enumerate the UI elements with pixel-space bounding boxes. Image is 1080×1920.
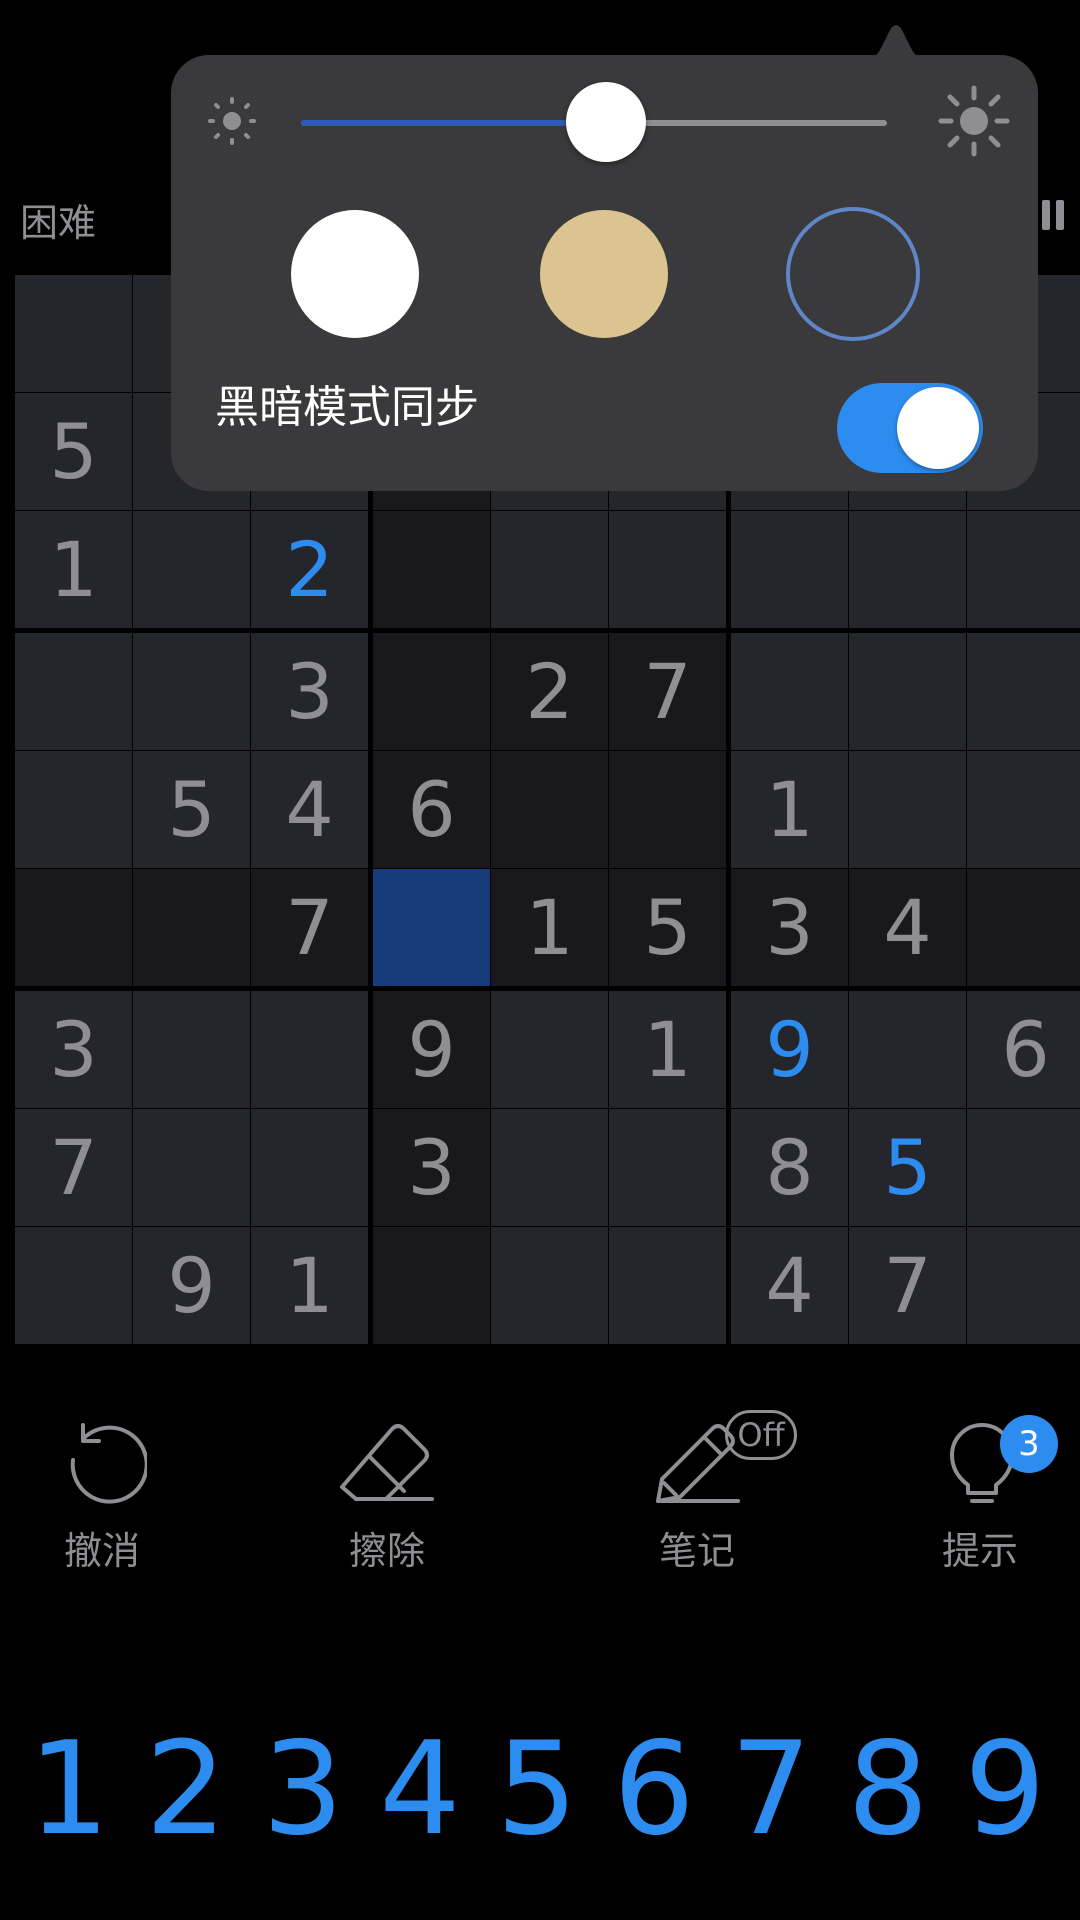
undo-label: 撤消 [63, 1529, 140, 1573]
numpad-key[interactable]: 8 [833, 1720, 943, 1860]
theme-white-option[interactable] [291, 210, 419, 338]
numpad-key[interactable]: 6 [599, 1720, 709, 1860]
sudoku-cell[interactable]: 5 [15, 393, 132, 510]
undo-icon [70, 1423, 147, 1504]
numpad-key[interactable]: 5 [482, 1720, 592, 1860]
numpad-key[interactable]: 2 [131, 1720, 241, 1860]
sudoku-cell[interactable] [491, 511, 608, 628]
sudoku-cell[interactable] [251, 991, 368, 1108]
numpad-key[interactable]: 3 [248, 1720, 358, 1860]
sudoku-cell[interactable] [15, 869, 132, 986]
sudoku-cell[interactable] [967, 1227, 1080, 1344]
sudoku-cell[interactable]: 7 [251, 869, 368, 986]
sudoku-cell[interactable] [609, 511, 726, 628]
eraser-icon [340, 1424, 434, 1501]
brightness-slider-fill [301, 120, 606, 126]
sudoku-cell[interactable] [849, 991, 966, 1108]
sudoku-cell[interactable]: 6 [967, 991, 1080, 1108]
sudoku-cell[interactable]: 4 [251, 751, 368, 868]
sudoku-cell[interactable]: 2 [491, 633, 608, 750]
difficulty-label: 困难 [20, 201, 97, 245]
sudoku-cell[interactable] [373, 869, 490, 986]
numpad-key[interactable]: 9 [950, 1720, 1060, 1860]
display-settings-popover: 黑暗模式同步 [171, 55, 1038, 491]
brightness-slider[interactable] [301, 82, 887, 162]
sudoku-cell[interactable]: 3 [731, 869, 848, 986]
sudoku-cell[interactable]: 9 [373, 991, 490, 1108]
sudoku-cell[interactable]: 6 [373, 751, 490, 868]
sudoku-cell[interactable]: 9 [731, 991, 848, 1108]
sudoku-cell[interactable]: 8 [731, 1109, 848, 1226]
sudoku-cell[interactable] [491, 991, 608, 1108]
notes-button[interactable]: Off 笔记 [617, 1410, 797, 1573]
sudoku-cell[interactable]: 1 [15, 511, 132, 628]
numpad-key[interactable]: 4 [365, 1720, 475, 1860]
sudoku-cell[interactable] [15, 751, 132, 868]
sudoku-cell[interactable]: 3 [373, 1109, 490, 1226]
sudoku-cell[interactable]: 7 [15, 1109, 132, 1226]
sudoku-cell[interactable]: 1 [731, 751, 848, 868]
sudoku-cell[interactable]: 1 [491, 869, 608, 986]
sudoku-cell[interactable] [133, 1109, 250, 1226]
brightness-low-icon [208, 97, 256, 145]
sudoku-cell[interactable] [967, 751, 1080, 868]
numpad-key[interactable]: 7 [716, 1720, 826, 1860]
sudoku-cell[interactable] [967, 869, 1080, 986]
sudoku-cell[interactable] [967, 1109, 1080, 1226]
sudoku-cell[interactable] [251, 1109, 368, 1226]
dark-mode-sync-label: 黑暗模式同步 [215, 382, 479, 433]
sudoku-cell[interactable] [849, 511, 966, 628]
sudoku-cell[interactable] [15, 275, 132, 392]
sudoku-cell[interactable] [133, 511, 250, 628]
notes-label: 笔记 [658, 1529, 735, 1573]
sudoku-cell[interactable] [967, 511, 1080, 628]
sudoku-cell[interactable]: 5 [133, 751, 250, 868]
brightness-slider-knob[interactable] [565, 82, 646, 162]
sudoku-cell[interactable]: 1 [609, 991, 726, 1108]
sudoku-cell[interactable]: 5 [609, 869, 726, 986]
brightness-high-icon [938, 85, 1010, 157]
sudoku-cell[interactable]: 7 [609, 633, 726, 750]
sudoku-cell[interactable] [373, 511, 490, 628]
sudoku-cell[interactable] [491, 1227, 608, 1344]
dark-mode-sync-toggle[interactable] [837, 383, 983, 473]
pause-icon[interactable] [1038, 200, 1068, 230]
toggle-knob [897, 387, 979, 469]
sudoku-cell[interactable] [133, 991, 250, 1108]
sudoku-cell[interactable] [731, 511, 848, 628]
sudoku-cell[interactable] [849, 751, 966, 868]
sudoku-cell[interactable]: 4 [849, 869, 966, 986]
sudoku-cell[interactable]: 2 [251, 511, 368, 628]
erase-label: 擦除 [348, 1529, 425, 1573]
sudoku-cell[interactable] [133, 869, 250, 986]
sudoku-cell[interactable] [609, 751, 726, 868]
sudoku-cell[interactable] [373, 633, 490, 750]
sudoku-cell[interactable]: 3 [15, 991, 132, 1108]
numpad-key[interactable]: 1 [14, 1720, 124, 1860]
theme-beige-option[interactable] [540, 210, 668, 338]
sudoku-cell[interactable]: 7 [849, 1227, 966, 1344]
sudoku-cell[interactable] [491, 1109, 608, 1226]
sudoku-cell[interactable]: 3 [251, 633, 368, 750]
erase-button[interactable]: 擦除 [307, 1415, 467, 1573]
undo-button[interactable]: 撤消 [22, 1415, 182, 1573]
sudoku-cell[interactable]: 9 [133, 1227, 250, 1344]
sudoku-cell[interactable] [731, 633, 848, 750]
sudoku-cell[interactable] [15, 1227, 132, 1344]
sudoku-cell[interactable]: 1 [251, 1227, 368, 1344]
theme-dark-option[interactable] [786, 207, 920, 341]
sudoku-cell[interactable] [967, 633, 1080, 750]
hint-count-badge: 3 [1000, 1415, 1058, 1473]
notes-off-badge: Off [725, 1410, 797, 1460]
sudoku-cell[interactable] [15, 633, 132, 750]
sudoku-cell[interactable] [491, 751, 608, 868]
sudoku-cell[interactable] [849, 633, 966, 750]
sudoku-cell[interactable]: 4 [731, 1227, 848, 1344]
sudoku-cell[interactable]: 5 [849, 1109, 966, 1226]
sudoku-cell[interactable] [609, 1227, 726, 1344]
sudoku-cell[interactable] [609, 1109, 726, 1226]
sudoku-cell[interactable] [373, 1227, 490, 1344]
hint-label: 提示 [941, 1529, 1018, 1573]
sudoku-cell[interactable] [133, 633, 250, 750]
